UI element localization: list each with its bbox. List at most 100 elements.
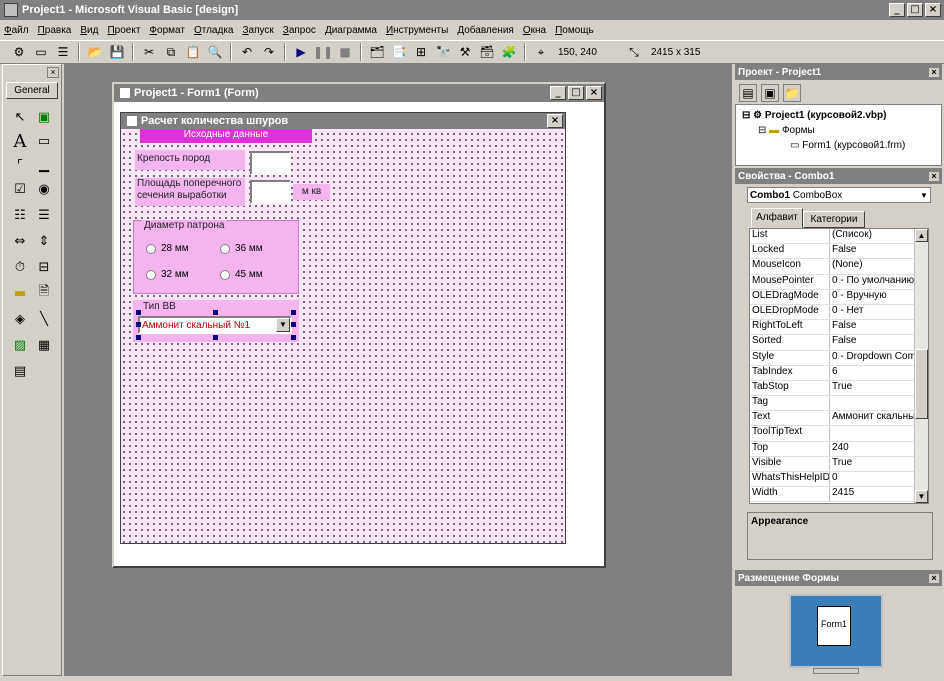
tab-alphabetic[interactable]: Алфавит (751, 208, 803, 228)
property-row[interactable]: Visible True (750, 456, 928, 472)
minimize-button[interactable]: _ (889, 3, 905, 17)
drivelistbox-tool-icon[interactable]: ⊟ (33, 257, 55, 277)
toggle-folders-icon[interactable]: 📁 (783, 84, 801, 102)
selection-handle[interactable] (291, 322, 296, 327)
diameter-frame[interactable]: Диаметр патрона 28 мм 36 мм 32 мм 45 мм (133, 220, 299, 294)
radio-45[interactable]: 45 мм (220, 269, 263, 280)
copy-icon[interactable]: ⧉ (162, 43, 180, 61)
property-row[interactable]: Text Аммонит скальны (750, 411, 928, 427)
view-code-icon[interactable]: ▤ (739, 84, 757, 102)
combo-dropdown-icon[interactable]: ▼ (276, 318, 290, 332)
property-row[interactable]: WhatsThisHelpID 0 (750, 472, 928, 488)
close-button[interactable]: × (925, 3, 941, 17)
picturebox-tool-icon[interactable]: ▣ (33, 107, 55, 127)
explosive-group[interactable]: Тип ВВ Аммонит скальный №1 ▼ (133, 300, 299, 342)
menu-run[interactable]: Запуск (242, 25, 273, 36)
menu-tools[interactable]: Инструменты (386, 25, 448, 36)
property-row[interactable]: TabIndex 6 (750, 365, 928, 381)
property-row[interactable]: TabStop True (750, 380, 928, 397)
data-view-icon[interactable]: 🗃 (478, 43, 496, 61)
hscrollbar-tool-icon[interactable]: ⇔ (9, 231, 31, 251)
label-strength[interactable]: Крепость пород (135, 150, 245, 170)
start-icon[interactable]: ▶ (292, 43, 310, 61)
toolbox-tab-general[interactable]: General (6, 82, 58, 99)
optionbutton-tool-icon[interactable]: ◉ (33, 179, 55, 199)
menu-help[interactable]: Помощь (555, 25, 594, 36)
form-layout-close-button[interactable]: × (928, 572, 940, 584)
menu-project[interactable]: Проект (107, 25, 140, 36)
property-row[interactable]: MouseIcon (None) (750, 259, 928, 275)
form-window-minimize-button[interactable]: _ (550, 86, 566, 100)
label-area[interactable]: Площадь поперечного сечения выработки (135, 178, 245, 206)
header-label[interactable]: Исходные данные (140, 129, 312, 143)
pause-icon[interactable]: ❚❚ (313, 43, 333, 61)
visual-component-icon[interactable]: 🧩 (500, 43, 518, 61)
menu-editor-icon[interactable]: ☰ (54, 43, 72, 61)
property-row[interactable]: Width 2415 (750, 487, 928, 503)
property-row[interactable]: OLEDropMode 0 - Нет (750, 304, 928, 321)
object-browser-icon[interactable]: 🔭 (434, 43, 452, 61)
menu-window[interactable]: Окна (523, 25, 546, 36)
area-unit-label[interactable]: м кв (293, 184, 330, 200)
ole-tool-icon[interactable]: ▤ (9, 361, 31, 381)
property-row[interactable]: Style 0 - Dropdown Com (750, 350, 928, 366)
toolbox-icon[interactable]: ⚒ (456, 43, 474, 61)
properties-window-icon[interactable]: 📑 (390, 43, 408, 61)
property-row[interactable]: List (Список) (750, 229, 928, 245)
selection-handle[interactable] (291, 335, 296, 340)
menu-file[interactable]: Файл (4, 25, 29, 36)
image-tool-icon[interactable]: ▨ (9, 335, 31, 355)
form-layout-icon[interactable]: ⊞ (412, 43, 430, 61)
strength-input[interactable] (250, 151, 291, 175)
property-row[interactable]: Sorted False (750, 335, 928, 351)
radio-36[interactable]: 36 мм (220, 243, 263, 254)
selection-handle[interactable] (291, 310, 296, 315)
vscrollbar-tool-icon[interactable]: ⇕ (33, 231, 55, 251)
timer-tool-icon[interactable]: ⏱ (9, 257, 31, 277)
selection-handle[interactable] (213, 310, 218, 315)
form-layout-thumbnail[interactable]: Form1 (817, 606, 851, 646)
checkbox-tool-icon[interactable]: ☑ (9, 179, 31, 199)
maximize-button[interactable]: □ (907, 3, 923, 17)
form-window-close-button[interactable]: × (586, 86, 602, 100)
commandbutton-tool-icon[interactable]: ▁ (33, 155, 55, 175)
property-row[interactable]: Top 240 (750, 441, 928, 457)
explosive-combo[interactable]: Аммонит скальный №1 ▼ (138, 316, 292, 334)
property-row[interactable]: Locked False (750, 244, 928, 260)
designed-form-close-button[interactable]: × (547, 114, 563, 128)
redo-icon[interactable]: ↷ (260, 43, 278, 61)
add-project-icon[interactable]: ⚙ (10, 43, 28, 61)
view-object-icon[interactable]: ▣ (761, 84, 779, 102)
stop-icon[interactable]: ■ (336, 43, 354, 61)
filelistbox-tool-icon[interactable]: 🗎 (33, 283, 55, 303)
label-tool-icon[interactable]: A (9, 131, 31, 152)
property-row[interactable]: ToolTipText (750, 426, 928, 442)
properties-close-button[interactable]: × (928, 170, 940, 182)
tree-item-form1[interactable]: ▭ Form1 (курсовой1.frm) (790, 140, 905, 151)
property-row[interactable]: RightToLeft False (750, 320, 928, 336)
menu-query[interactable]: Запрос (283, 25, 316, 36)
tree-item-forms-folder[interactable]: ⊟ ▬ Формы (758, 125, 815, 136)
selection-handle[interactable] (136, 310, 141, 315)
area-input[interactable] (250, 180, 291, 204)
radio-32[interactable]: 32 мм (146, 269, 189, 280)
property-row[interactable]: Tag (750, 396, 928, 412)
menu-view[interactable]: Вид (80, 25, 98, 36)
combobox-tool-icon[interactable]: ☷ (9, 205, 31, 225)
property-row[interactable]: OLEDragMode 0 - Вручную (750, 289, 928, 305)
tab-categorized[interactable]: Категории (803, 211, 865, 228)
cut-icon[interactable]: ✂ (140, 43, 158, 61)
form-window-maximize-button[interactable]: □ (568, 86, 584, 100)
pointer-tool-icon[interactable]: ↖ (9, 107, 31, 127)
tree-item-project[interactable]: ⊟ ⚙ Project1 (курсовой2.vbp) (742, 110, 886, 121)
menu-format[interactable]: Формат (149, 25, 185, 36)
scroll-thumb[interactable] (915, 349, 928, 419)
paste-icon[interactable]: 📋 (184, 43, 202, 61)
selection-handle[interactable] (213, 335, 218, 340)
object-selector-dropdown-icon[interactable]: ▼ (918, 191, 930, 200)
listbox-tool-icon[interactable]: ☰ (33, 205, 55, 225)
property-scrollbar[interactable]: ▲ ▼ (914, 229, 928, 503)
line-tool-icon[interactable]: ╲ (33, 309, 55, 329)
textbox-tool-icon[interactable]: ▭ (33, 131, 55, 151)
save-icon[interactable]: 💾 (108, 43, 126, 61)
